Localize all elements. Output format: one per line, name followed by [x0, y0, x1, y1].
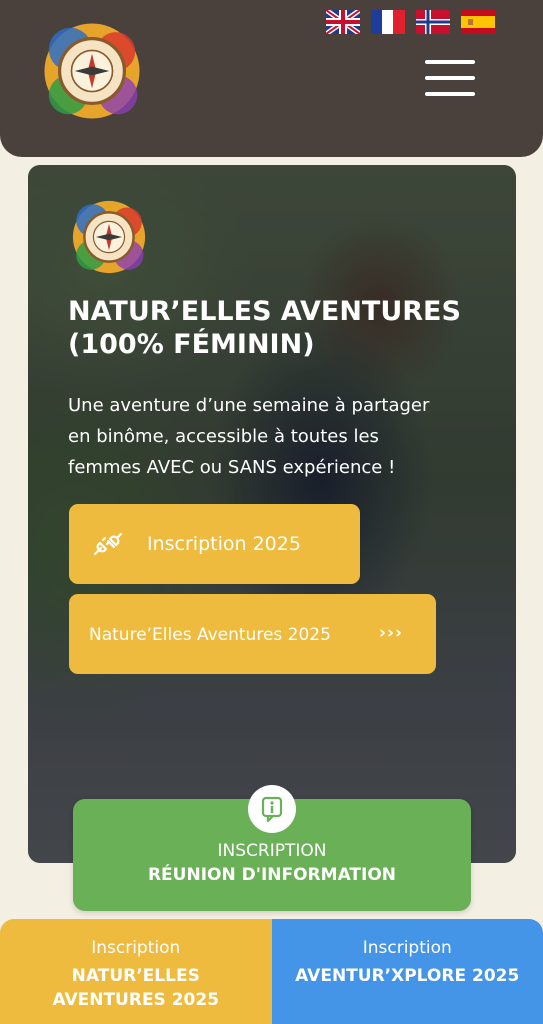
- flag-norway-icon[interactable]: [416, 10, 450, 34]
- hero-logo: [72, 200, 146, 274]
- inscription-aventur-xplore-button[interactable]: Inscription AVENTUR’XPLORE 2025: [271, 919, 543, 1024]
- reunion-information-button[interactable]: INSCRIPTION RÉUNION D'INFORMATION: [73, 785, 471, 911]
- hero-banner: NATUR’ELLES AVENTURES (100% FÉMININ) Une…: [28, 165, 516, 863]
- chevrons-right-icon: ›››: [379, 623, 404, 643]
- flag-france-icon[interactable]: [371, 10, 405, 34]
- nature-elles-aventures-label: Nature’Elles Aventures 2025: [89, 625, 331, 645]
- site-logo[interactable]: [38, 16, 146, 126]
- bottom-cta-bar: Inscription NATUR’ELLES AVENTURES 2025 I…: [0, 919, 543, 1024]
- language-switcher: [326, 10, 495, 34]
- info-line-1: INSCRIPTION: [217, 841, 327, 861]
- inscription-2025-label: Inscription 2025: [147, 533, 301, 555]
- hero-description: Une aventure d’une semaine à partager en…: [68, 395, 430, 478]
- info-line-2: RÉUNION D'INFORMATION: [147, 865, 397, 885]
- plug-icon: [93, 532, 123, 556]
- flag-spain-icon[interactable]: [461, 10, 495, 34]
- site-header: [0, 0, 543, 157]
- flag-uk-icon[interactable]: [326, 10, 360, 34]
- info-icon: [248, 785, 296, 833]
- nature-elles-aventures-button[interactable]: Nature’Elles Aventures 2025 ›››: [69, 594, 436, 674]
- hamburger-icon: [425, 60, 475, 64]
- inscription-natur-elles-button[interactable]: Inscription NATUR’ELLES AVENTURES 2025: [0, 919, 272, 1024]
- menu-button[interactable]: [423, 58, 477, 98]
- hero-title: NATUR’ELLES AVENTURES (100% FÉMININ): [68, 296, 461, 360]
- inscription-2025-button[interactable]: Inscription 2025: [69, 504, 360, 584]
